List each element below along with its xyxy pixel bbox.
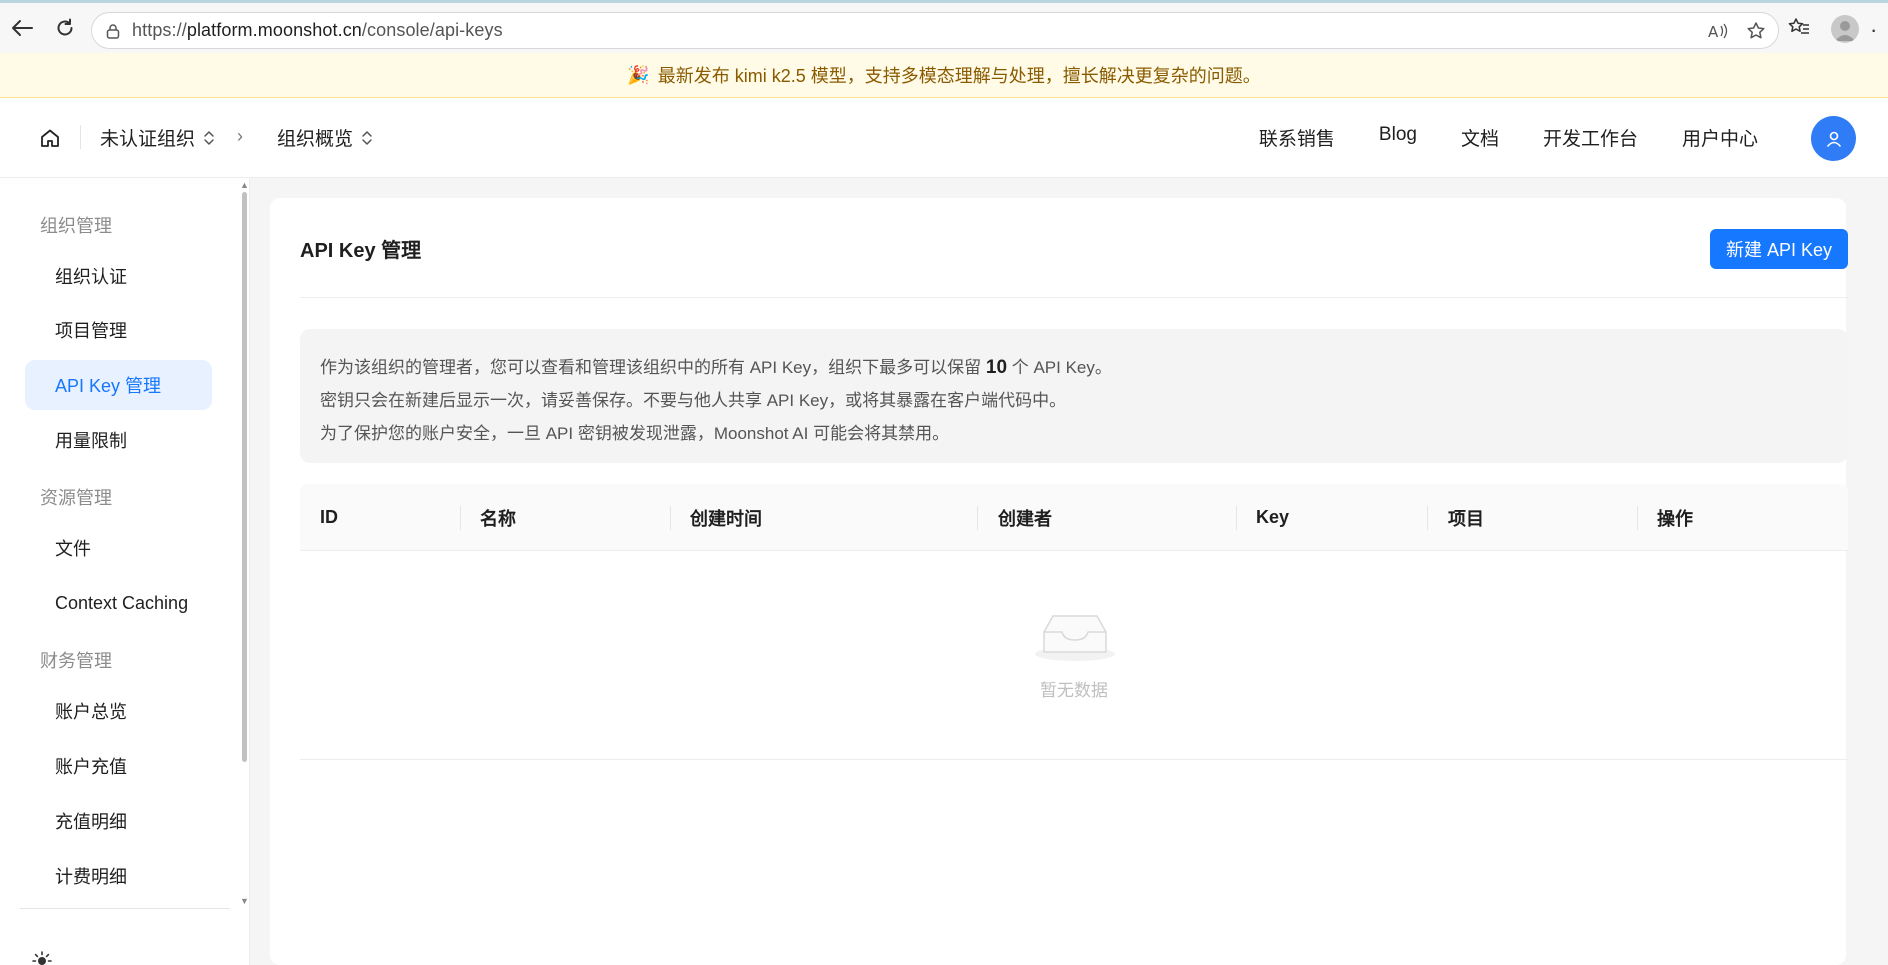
- url-host: platform.moonshot.cn: [186, 20, 362, 40]
- link-contact-sales[interactable]: 联系销售: [1259, 124, 1335, 151]
- overview-label: 组织概览: [277, 129, 354, 150]
- title-divider: [300, 297, 1848, 298]
- sidebar-item-files[interactable]: 文件: [25, 523, 212, 573]
- column-separator: [460, 506, 461, 530]
- sidebar: 组织管理 组织认证 项目管理 API Key 管理 用量限制 资源管理 文件 C…: [0, 178, 250, 965]
- home-icon[interactable]: [36, 124, 64, 152]
- api-key-limit-count: 10: [985, 357, 1008, 378]
- column-header-key: Key: [1256, 507, 1290, 527]
- column-separator: [1236, 506, 1237, 530]
- sidebar-item-recharge[interactable]: 账户充值: [25, 741, 212, 791]
- sidebar-item-recharge-details[interactable]: 充值明细: [25, 796, 212, 846]
- create-api-key-button[interactable]: 新建 API Key: [1710, 229, 1848, 269]
- column-header-name: 名称: [480, 508, 516, 529]
- column-header-project: 项目: [1448, 508, 1484, 529]
- column-separator: [977, 506, 978, 530]
- sidebar-group-org: 组织管理: [40, 216, 112, 236]
- more-icon[interactable]: ·: [1870, 17, 1877, 43]
- info-notice: 作为该组织的管理者，您可以查看和管理该组织中的所有 API Key，组织下最多可…: [300, 329, 1848, 463]
- chevron-updown-icon: [361, 130, 373, 146]
- sun-icon[interactable]: [32, 951, 52, 965]
- column-separator: [1637, 506, 1638, 530]
- org-name: 未认证组织: [100, 129, 196, 150]
- sidebar-item-context-caching[interactable]: Context Caching: [25, 578, 212, 628]
- sidebar-item-account-overview[interactable]: 账户总览: [25, 686, 212, 736]
- org-selector[interactable]: 未认证组织: [100, 124, 215, 151]
- chevron-updown-icon: [203, 130, 215, 146]
- link-dev-workbench[interactable]: 开发工作台: [1543, 124, 1638, 151]
- sidebar-group-resources: 资源管理: [40, 488, 112, 508]
- link-user-center[interactable]: 用户中心: [1682, 124, 1758, 151]
- address-bar[interactable]: https://platform.moonshot.cn/console/api…: [91, 12, 1779, 49]
- sidebar-divider: [20, 908, 230, 909]
- sidebar-item-projects[interactable]: 项目管理: [25, 305, 212, 355]
- main-card: API Key 管理 新建 API Key 作为该组织的管理者，您可以查看和管理…: [270, 198, 1848, 965]
- reload-icon[interactable]: [51, 14, 79, 42]
- column-header-actions: 操作: [1657, 508, 1693, 529]
- column-separator: [670, 506, 671, 530]
- url-scheme: https://: [132, 20, 187, 40]
- browser-toolbar: https://platform.moonshot.cn/console/api…: [0, 0, 1888, 53]
- breadcrumb-separator: ›: [237, 126, 243, 146]
- sidebar-scrollbar[interactable]: [242, 192, 247, 762]
- notice-line-1-suffix: 个 API Key。: [1011, 358, 1112, 377]
- sidebar-group-finance: 财务管理: [40, 651, 112, 671]
- page-title: API Key 管理: [300, 240, 422, 262]
- empty-state-text: 暂无数据: [1040, 681, 1108, 700]
- nav-divider: [80, 125, 81, 149]
- url-text: https://platform.moonshot.cn/console/api…: [132, 20, 503, 41]
- table-header: ID 名称 创建时间 创建者 Key 项目 操作: [300, 484, 1848, 551]
- read-aloud-icon[interactable]: A: [1706, 19, 1730, 43]
- link-docs[interactable]: 文档: [1461, 124, 1499, 151]
- notice-line-1-prefix: 作为该组织的管理者，您可以查看和管理该组织中的所有 API Key，组织下最多可…: [320, 358, 982, 377]
- notice-line-3: 为了保护您的账户安全，一旦 API 密钥被发现泄露，Moonshot AI 可能…: [320, 424, 950, 443]
- sidebar-item-org-verify[interactable]: 组织认证: [25, 251, 212, 301]
- favorites-icon[interactable]: [1787, 15, 1811, 39]
- link-blog[interactable]: Blog: [1379, 124, 1417, 151]
- notice-line-1: 作为该组织的管理者，您可以查看和管理该组织中的所有 API Key，组织下最多可…: [320, 351, 1828, 384]
- top-links: 联系销售 Blog 文档 开发工作台 用户中心: [1259, 124, 1758, 151]
- notice-line-2: 密钥只会在新建后显示一次，请妥善保存。不要与他人共享 API Key，或将其暴露…: [320, 391, 1067, 410]
- column-header-id: ID: [320, 507, 338, 527]
- empty-inbox-icon: [1032, 608, 1118, 662]
- back-icon[interactable]: [8, 14, 36, 42]
- top-navigation: 未认证组织 › 组织概览 联系销售 Blog 文档 开发工作台 用户中心: [0, 98, 1888, 178]
- scroll-up-arrow[interactable]: ▲: [240, 180, 249, 190]
- column-header-created-time: 创建时间: [690, 508, 762, 529]
- user-avatar[interactable]: [1811, 116, 1856, 161]
- lock-icon: [104, 22, 122, 40]
- profile-icon[interactable]: [1831, 15, 1859, 43]
- column-separator: [1427, 506, 1428, 530]
- overview-selector[interactable]: 组织概览: [277, 124, 373, 151]
- sidebar-item-api-keys[interactable]: API Key 管理: [25, 360, 212, 410]
- scroll-down-arrow[interactable]: ▼: [240, 896, 249, 906]
- party-popper-icon: 🎉: [627, 64, 650, 85]
- sidebar-item-rate-limits[interactable]: 用量限制: [25, 415, 212, 465]
- sidebar-item-billing-details[interactable]: 计费明细: [25, 851, 212, 901]
- table-bottom-border: [300, 759, 1848, 760]
- announcement-text: 最新发布 kimi k2.5 模型，支持多模态理解与处理，擅长解决更复杂的问题。: [657, 66, 1261, 86]
- column-header-creator: 创建者: [998, 508, 1052, 529]
- svg-text:A: A: [1708, 23, 1719, 40]
- star-icon[interactable]: [1744, 19, 1768, 43]
- announcement-banner: 🎉 最新发布 kimi k2.5 模型，支持多模态理解与处理，擅长解决更复杂的问…: [0, 53, 1888, 98]
- url-path: /console/api-keys: [361, 20, 503, 40]
